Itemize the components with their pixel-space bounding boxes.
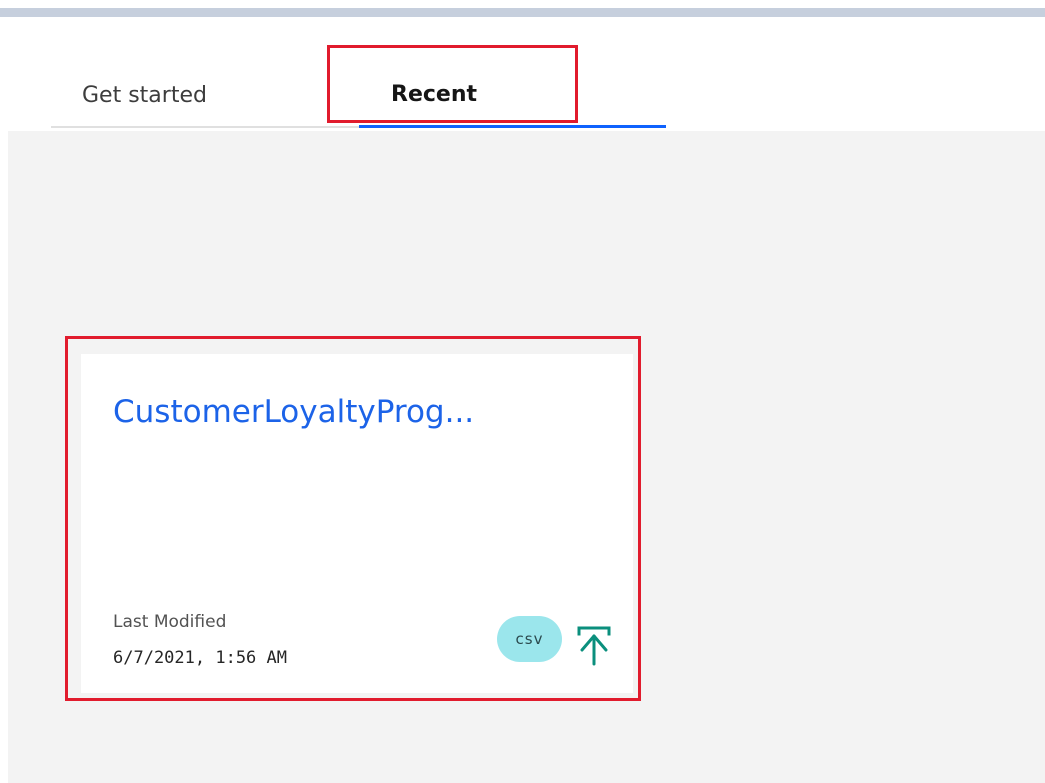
tab-recent[interactable]: Recent <box>359 64 666 128</box>
tab-get-started[interactable]: Get started <box>51 64 359 128</box>
recent-file-card[interactable]: CustomerLoyaltyProg... Last Modified 6/7… <box>81 354 633 693</box>
file-type-badge: csv <box>497 616 562 662</box>
file-type-badge-label: csv <box>515 630 544 648</box>
upload-icon-graphic <box>577 626 611 666</box>
tab-get-started-label: Get started <box>82 82 207 108</box>
last-modified-value: 6/7/2021, 1:56 AM <box>113 648 287 668</box>
upload-icon[interactable] <box>575 624 613 668</box>
card-title[interactable]: CustomerLoyaltyProg... <box>113 394 474 430</box>
tab-recent-label: Recent <box>391 82 478 107</box>
tab-bar: Get started Recent <box>51 64 666 130</box>
last-modified-label: Last Modified <box>113 612 227 632</box>
top-bar <box>0 8 1045 17</box>
